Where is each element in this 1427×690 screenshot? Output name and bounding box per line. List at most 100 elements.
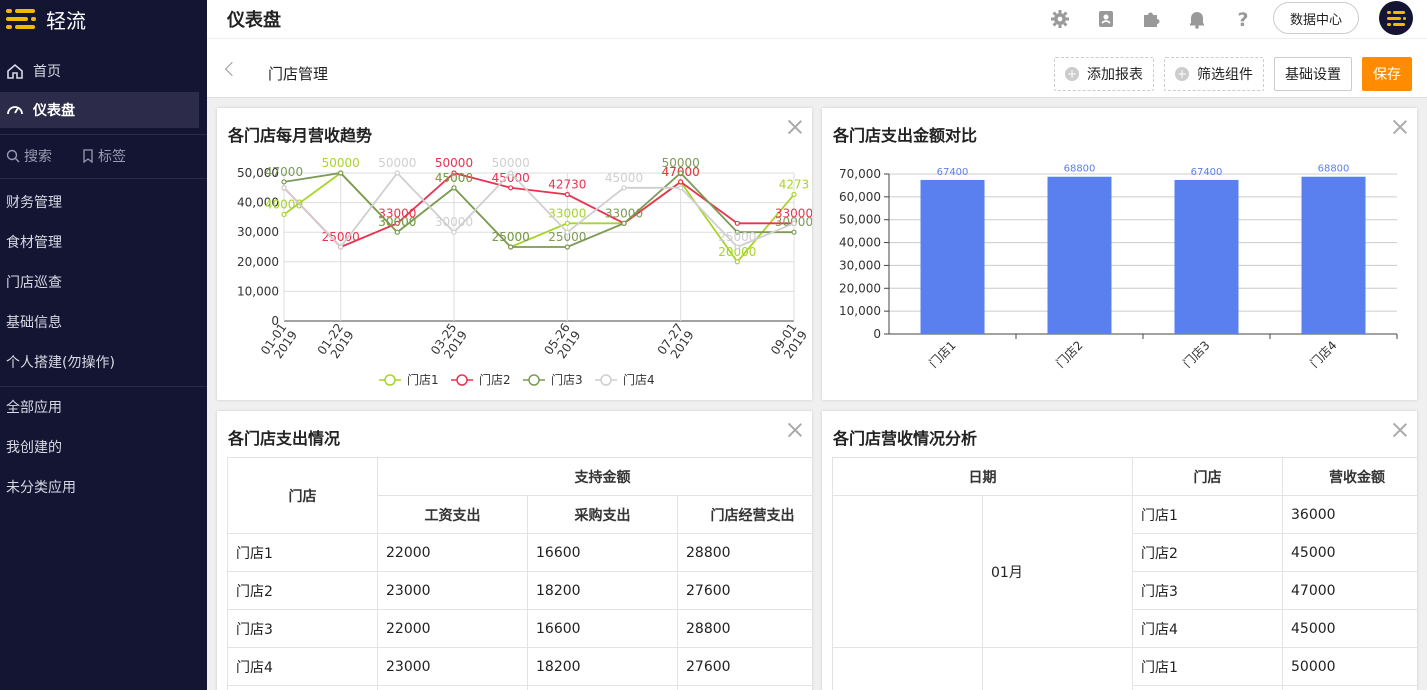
table-cell: 16600 — [527, 533, 678, 572]
table-header-row: 日期 门店 营收金额 — [832, 457, 1417, 496]
data-point — [791, 191, 797, 198]
line-chart: 010,00020,00030,00040,00050,00001-012019… — [237, 156, 812, 387]
close-icon[interactable] — [1393, 423, 1407, 437]
y-tick-label: 60,000 — [839, 190, 881, 204]
y-tick-label: 40,000 — [839, 236, 881, 250]
data-point — [338, 170, 344, 176]
x-tick-label: 01-222019 — [315, 321, 357, 362]
bell-icon[interactable] — [1187, 9, 1207, 29]
data-point — [791, 220, 797, 226]
column-header: 工资支出 — [377, 495, 528, 534]
column-header: 采购支出 — [527, 495, 678, 534]
table-header-row: 门店 支持金额 — [227, 457, 812, 534]
revenue-table: 日期 门店 营收金额 01月 门店1 36000 门店2 45000 门店3 4… — [832, 457, 1417, 690]
data-label: 42730 — [548, 178, 586, 192]
revenue-table-card: 各门店营收情况分析 日期 门店 营收金额 01月 门店1 36000 门店2 4… — [822, 411, 1417, 690]
sidebar-item-dashboard[interactable]: 仪表盘 — [0, 92, 199, 128]
sidebar-app-all[interactable]: 全部应用 — [6, 397, 62, 417]
table-row: 门店1 50000 — [832, 647, 1417, 690]
search-icon — [6, 149, 20, 163]
x-tick-label: 07-272019 — [655, 321, 697, 362]
card-title: 各门店支出情况 — [228, 429, 341, 448]
sidebar-group-1[interactable]: 食材管理 — [6, 232, 62, 252]
table-cell: 门店1 — [1132, 647, 1283, 686]
table-cell: 22000 — [377, 533, 528, 572]
data-point — [564, 220, 570, 226]
sidebar-group-0[interactable]: 财务管理 — [6, 192, 62, 212]
expense-table-card: 各门店支出情况 门店 支持金额 工资支出 采购支出 门店经营支出 门店1 220… — [217, 411, 812, 690]
x-tick-label: 09-012019 — [768, 321, 810, 362]
data-center-button[interactable]: 数据中心 — [1273, 2, 1359, 34]
bar-chart: 0 10,000 20,000 30,000 40,000 50,000 60,000 70,… — [839, 164, 1398, 371]
y-tick-label: 30,000 — [839, 258, 881, 272]
month-cell: 01月 — [982, 495, 1133, 648]
table-row: 门店3 22000 16600 28800 — [227, 609, 812, 648]
card-title: 各门店营收情况分析 — [833, 429, 978, 448]
gear-icon[interactable] — [1050, 9, 1070, 29]
table-cell — [982, 647, 1133, 690]
table-cell — [832, 495, 983, 648]
plus-icon: + — [1175, 67, 1189, 81]
column-header: 门店经营支出 — [676, 495, 812, 534]
back-arrow-icon[interactable] — [224, 61, 240, 77]
sidebar-group-2[interactable]: 门店巡查 — [6, 272, 62, 292]
filter-label: 筛选组件 — [1197, 67, 1253, 83]
table-cell — [676, 685, 812, 690]
settings-button[interactable]: 基础设置 — [1274, 57, 1352, 91]
data-label: 30000 — [435, 215, 473, 229]
data-point — [678, 170, 684, 176]
table-row: 01月 门店1 36000 — [832, 495, 1417, 648]
contacts-icon[interactable] — [1096, 9, 1116, 29]
save-button[interactable]: 保存 — [1362, 57, 1412, 91]
table-cell — [527, 685, 678, 690]
avatar[interactable] — [1379, 1, 1413, 35]
data-point — [734, 244, 740, 250]
table-cell: 47000 — [1282, 571, 1417, 610]
search-button[interactable]: 搜索 — [6, 146, 52, 166]
sidebar-app-uncategorized[interactable]: 未分类应用 — [6, 477, 76, 497]
table-cell: 门店3 — [1132, 571, 1283, 610]
y-tick-label: 20,000 — [839, 281, 881, 295]
y-tick-label: 30,000 — [237, 225, 279, 239]
table-cell — [1132, 685, 1283, 690]
data-point — [678, 185, 684, 191]
plugin-icon[interactable] — [1141, 9, 1161, 29]
data-label: 30000 — [378, 215, 416, 229]
table-cell: 16600 — [527, 609, 678, 648]
table-cell: 28800 — [676, 609, 812, 648]
data-label: 50000 — [322, 156, 360, 170]
data-point — [451, 229, 457, 235]
svg-text:?: ? — [1237, 9, 1248, 29]
table-cell: 门店1 — [227, 533, 378, 572]
data-label: 33000 — [605, 206, 643, 220]
column-header: 门店 — [227, 457, 378, 534]
data-point — [791, 229, 797, 235]
tag-button[interactable]: 标签 — [82, 146, 126, 166]
data-point — [394, 229, 400, 235]
help-icon[interactable]: ? — [1233, 9, 1253, 31]
search-label: 搜索 — [24, 149, 52, 165]
bar-value-label: 68800 — [1318, 164, 1350, 175]
app-logo[interactable]: 轻流 — [6, 6, 86, 33]
table-cell: 50000 — [1282, 647, 1417, 686]
x-tick-label: 01-012019 — [258, 321, 300, 362]
legend-marker — [600, 374, 612, 386]
close-icon[interactable] — [788, 423, 802, 437]
sidebar-group-4[interactable]: 个人搭建(勿操作) — [6, 352, 115, 372]
legend-label: 门店3 — [551, 372, 583, 387]
divider — [0, 386, 207, 387]
x-tick-label: 门店2 — [1053, 338, 1086, 371]
sidebar-app-mine[interactable]: 我创建的 — [6, 437, 62, 457]
legend-label: 门店2 — [479, 372, 511, 387]
sub-bar: 门店管理 + 添加报表 + 筛选组件 基础设置 保存 — [207, 38, 1427, 98]
add-report-button[interactable]: + 添加报表 — [1054, 57, 1154, 91]
bar — [920, 179, 985, 334]
x-tick-label: 05-262019 — [541, 321, 583, 362]
y-tick-label: 10,000 — [237, 284, 279, 298]
table-cell: 28800 — [676, 533, 812, 572]
data-point — [338, 244, 344, 250]
sidebar-group-3[interactable]: 基础信息 — [6, 312, 62, 332]
y-tick-label: 0 — [873, 327, 881, 341]
sidebar-item-home[interactable]: 首页 — [0, 53, 199, 89]
filter-button[interactable]: + 筛选组件 — [1164, 57, 1264, 91]
